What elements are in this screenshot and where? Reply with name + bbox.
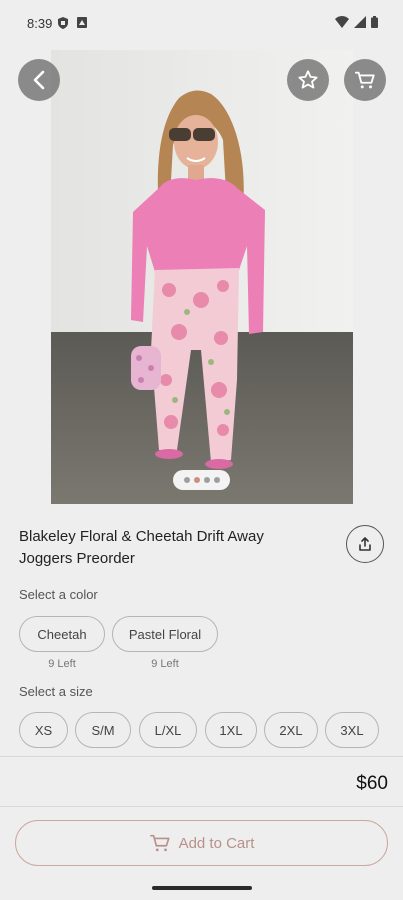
star-icon: [298, 70, 318, 89]
product-price: $60: [356, 773, 388, 794]
pager-dot[interactable]: [203, 477, 210, 483]
image-pager[interactable]: [173, 470, 230, 490]
size-option-sm[interactable]: S/M: [75, 712, 131, 748]
pager-dot-active[interactable]: [193, 477, 200, 483]
signal-icon: [354, 16, 366, 28]
share-icon: [359, 537, 371, 551]
cart-icon: [149, 834, 170, 852]
chevron-left-icon: [33, 70, 45, 90]
status-bar: 8:39: [0, 0, 403, 46]
add-to-cart-label: Add to Cart: [178, 834, 255, 852]
divider: [0, 806, 403, 807]
back-button[interactable]: [18, 59, 60, 101]
size-section-label: Select a size: [19, 684, 93, 699]
shield-icon: [58, 17, 68, 29]
size-option-lxl[interactable]: L/XL: [139, 712, 197, 748]
add-to-cart-button[interactable]: Add to Cart: [15, 820, 388, 866]
size-option-2xl[interactable]: 2XL: [264, 712, 318, 748]
share-button[interactable]: [346, 525, 384, 563]
wifi-icon: [335, 16, 349, 28]
status-time: 8:39: [27, 16, 53, 31]
product-image[interactable]: [51, 50, 353, 504]
cart-button[interactable]: [344, 59, 386, 101]
pager-dot[interactable]: [183, 477, 190, 483]
product-title: Blakeley Floral & Cheetah Drift Away Jog…: [19, 528, 264, 567]
notification-icon: [77, 17, 87, 28]
product-photo: [51, 50, 353, 504]
battery-icon: [371, 16, 378, 28]
cart-icon: [354, 71, 375, 89]
color-section-label: Select a color: [19, 587, 98, 602]
size-option-3xl[interactable]: 3XL: [325, 712, 379, 748]
divider: [0, 756, 403, 757]
color-option-pastel-floral[interactable]: Pastel Floral: [112, 616, 218, 652]
color-stock-cheetah: 9 Left: [48, 658, 76, 670]
size-option-xs[interactable]: XS: [19, 712, 68, 748]
favorite-button[interactable]: [287, 59, 329, 101]
color-stock-pastel-floral: 9 Left: [151, 658, 179, 670]
pager-dot[interactable]: [213, 477, 220, 483]
home-indicator[interactable]: [152, 886, 252, 890]
color-option-cheetah[interactable]: Cheetah: [19, 616, 105, 652]
size-option-1xl[interactable]: 1XL: [205, 712, 257, 748]
